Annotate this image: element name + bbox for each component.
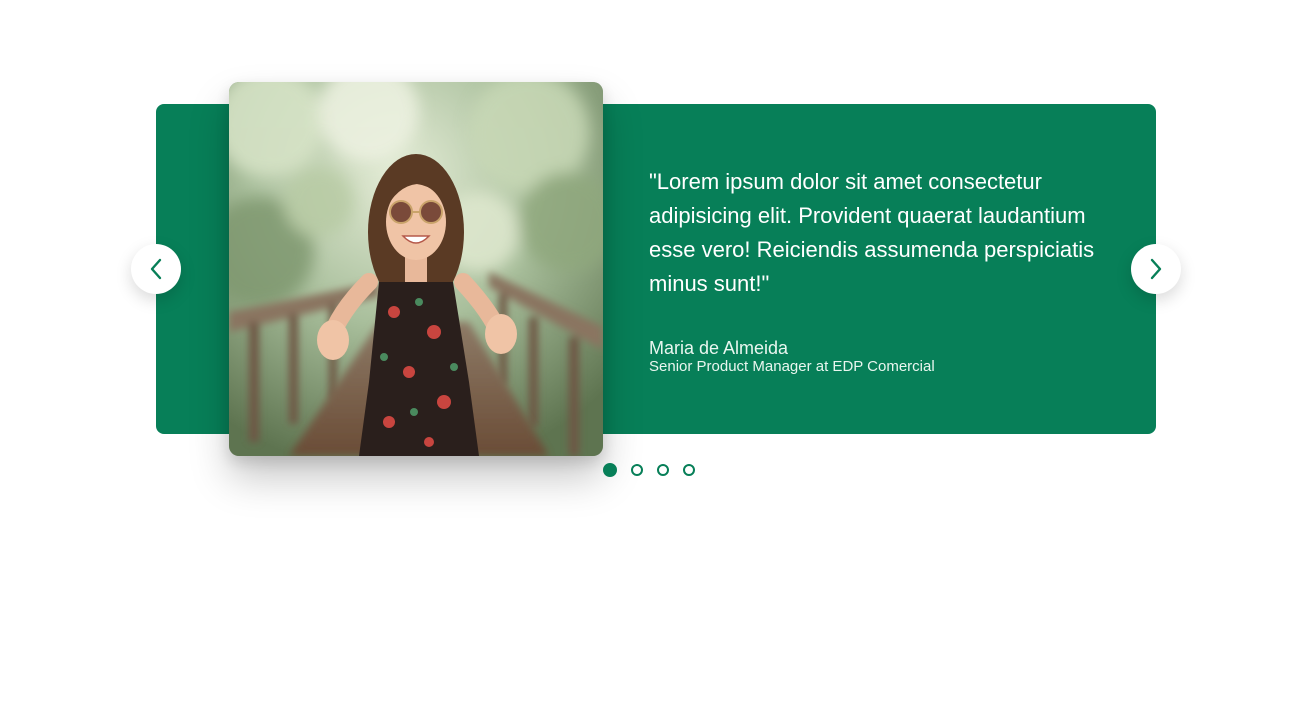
previous-slide-button[interactable] [131, 244, 181, 294]
next-slide-button[interactable] [1131, 244, 1181, 294]
testimonial-quote: "Lorem ipsum dolor sit amet consectetur … [649, 169, 1095, 296]
author-role: Senior Product Manager at EDP Comercial [649, 358, 935, 375]
testimonial-photo [229, 82, 603, 456]
slide-indicators [603, 463, 695, 477]
chevron-right-icon [1150, 258, 1162, 280]
testimonial-carousel: "Lorem ipsum dolor sit amet consectetur … [0, 0, 1293, 727]
slide-dot-1[interactable] [603, 463, 617, 477]
slide-dot-4[interactable] [683, 464, 695, 476]
slide-dot-3[interactable] [657, 464, 669, 476]
testimonial-author: Maria de Almeida Senior Product Manager … [649, 338, 935, 375]
chevron-left-icon [150, 258, 162, 280]
author-name: Maria de Almeida [649, 338, 789, 358]
slide-dot-2[interactable] [631, 464, 643, 476]
